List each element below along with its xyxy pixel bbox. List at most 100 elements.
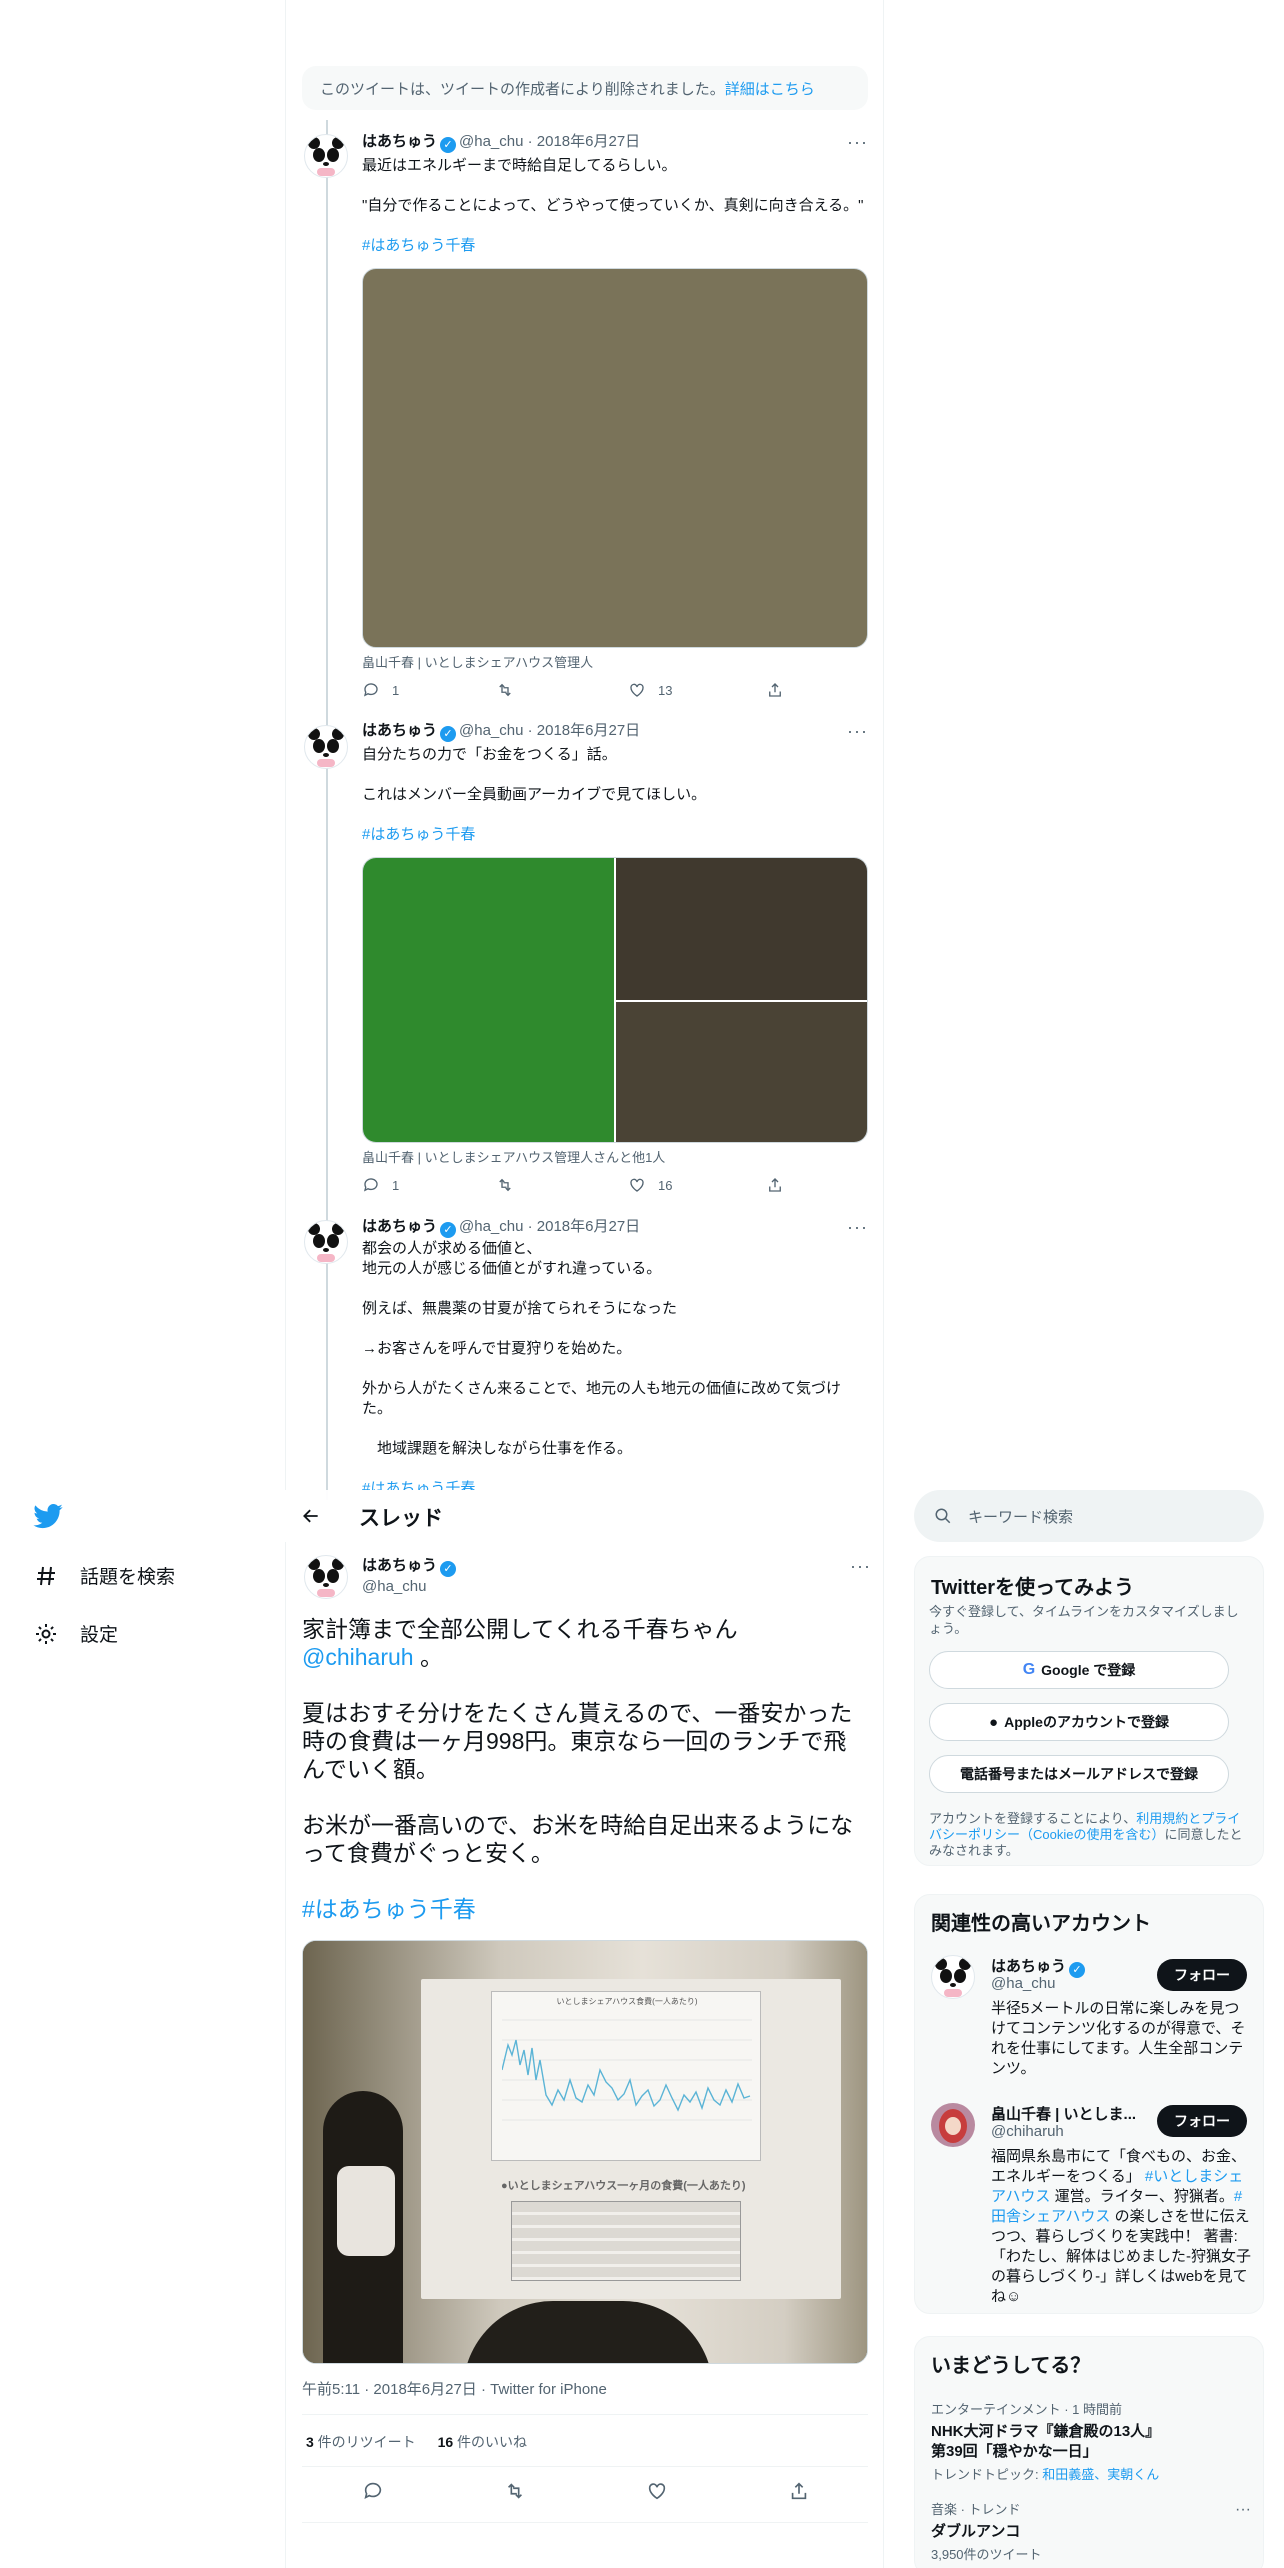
phone-signup-button[interactable]: 電話番号またはメールアドレスで登録: [929, 1755, 1229, 1793]
trend-topic-label: トレンドトピック:: [931, 2467, 1043, 2482]
related-name-2[interactable]: 畠山千春 | いとしま...: [991, 2103, 1136, 2124]
timeline-border-left: [285, 0, 286, 2568]
avatar[interactable]: [304, 1220, 348, 1264]
tweet-photo-grid: [362, 857, 868, 1143]
reply-icon: [364, 2482, 382, 2499]
trend-topic-links[interactable]: 和田義盛、実朝くん: [1042, 2467, 1159, 2482]
user-name[interactable]: はあちゅう: [362, 722, 437, 739]
main-avatar[interactable]: [304, 1555, 348, 1599]
like-stat[interactable]: 16 件のいいね: [438, 2434, 527, 2450]
photo-tag-caption[interactable]: 畠山千春 | いとしまシェアハウス管理人: [362, 652, 593, 671]
main-author-handle[interactable]: @ha_chu: [362, 1577, 459, 1597]
heart-icon: [630, 1178, 644, 1192]
twitter-logo-icon[interactable]: [32, 1503, 64, 1536]
slide-chart: いとしまシェアハウス食費(一人あたり): [491, 1991, 761, 2161]
handle-date[interactable]: @ha_chu · 2018年6月27日: [459, 1218, 640, 1235]
trend-context: 音楽 · トレンド: [931, 2502, 1021, 2517]
presenter-shirt: [337, 2166, 395, 2256]
slide-table: [511, 2201, 741, 2281]
nav-settings[interactable]: 設定: [34, 1620, 118, 1647]
more-options-icon[interactable]: ···: [847, 1217, 868, 1238]
main-like-button[interactable]: [646, 2480, 668, 2507]
thread-tweet-1[interactable]: はあちゅう ✓ @ha_chu · 2018年6月27日 ··· 最近はエネルギーま…: [302, 132, 868, 712]
signup-terms: アカウントを登録することにより、利用規約とプライバシーポリシー（Cookieの使…: [929, 1811, 1251, 1859]
back-arrow-icon[interactable]: [301, 1506, 321, 1526]
tweet-photo[interactable]: [363, 858, 614, 1142]
search-box[interactable]: キーワード検索: [914, 1490, 1264, 1542]
deleted-notice-link[interactable]: 詳細はこちら: [725, 81, 815, 98]
google-signup-button[interactable]: G Google で登録: [929, 1651, 1229, 1689]
tweet-text: 自分たちの力で「お金をつくる」話。 これはメンバー全員動画アーカイブで見てほしい…: [362, 745, 868, 845]
reply-button[interactable]: 1: [362, 1176, 399, 1194]
nav-explore[interactable]: 話題を検索: [34, 1562, 175, 1589]
thread-header: スレッド: [285, 1490, 883, 1542]
tweet-photo[interactable]: [362, 268, 868, 648]
thread-tweet-3[interactable]: はあちゅう ✓ @ha_chu · 2018年6月27日 ··· 都会の人が求める価…: [302, 1217, 868, 1490]
share-button[interactable]: [766, 681, 784, 699]
retweet-stat[interactable]: 3 件のリツイート: [306, 2434, 416, 2450]
tweet-photo[interactable]: [616, 1002, 867, 1142]
verified-badge-icon: ✓: [440, 1222, 457, 1238]
thread-tweet-2[interactable]: はあちゅう ✓ @ha_chu · 2018年6月27日 ··· 自分たちの力で「お…: [302, 721, 868, 1201]
handle-date[interactable]: @ha_chu · 2018年6月27日: [459, 133, 640, 150]
main-hashtag-link[interactable]: #はあちゅう千春: [302, 1895, 868, 1923]
apple-signup-button[interactable]: ● Appleのアカウントで登録: [929, 1703, 1229, 1741]
tweet-photo[interactable]: [616, 858, 867, 1000]
tweet-line: 都会の人が求める価値と、: [362, 1240, 542, 1257]
main-text-line: 。: [413, 1644, 443, 1670]
share-button[interactable]: [766, 1176, 784, 1194]
hashtag-link[interactable]: #はあちゅう千春: [362, 825, 868, 845]
main-tweet-author[interactable]: はあちゅう ✓ @ha_chu: [362, 1556, 459, 1597]
retweet-stat-label: 件のリツイート: [313, 2434, 416, 2450]
reply-icon: [363, 1178, 378, 1192]
handle-date[interactable]: @ha_chu · 2018年6月27日: [459, 722, 640, 739]
avatar[interactable]: [304, 725, 348, 769]
main-tweet-actions: [302, 2480, 868, 2510]
trend-item-2[interactable]: 音楽 · トレンド ダブルアンコ 3,950件のツイート: [931, 2499, 1251, 2563]
main-author-name[interactable]: はあちゅう: [362, 1557, 437, 1574]
trend-item-1[interactable]: エンターテインメント · 1 時間前 NHK大河ドラマ『鎌倉殿の13人』 第39…: [931, 2399, 1251, 2483]
hashtag-link[interactable]: #はあちゅう千春: [362, 236, 868, 256]
tweet-header: はあちゅう ✓ @ha_chu · 2018年6月27日: [362, 1217, 640, 1238]
main-text-paragraph: 夏はおすそ分けをたくさん貰えるので、一番安かった時の食費は一ヶ月998円。東京な…: [302, 1700, 853, 1782]
more-options-icon[interactable]: ···: [847, 721, 868, 742]
related-handle-1[interactable]: @ha_chu: [991, 1975, 1055, 1992]
photo-tag-caption[interactable]: 畠山千春 | いとしまシェアハウス管理人さんと他1人: [362, 1147, 665, 1166]
follow-button-2[interactable]: フォロー: [1157, 2105, 1247, 2137]
main-tweet-photo[interactable]: いとしまシェアハウス食費(一人あたり) ●いとしまシェアハウス一ヶ月の食費(一人…: [302, 1940, 868, 2364]
tweet-line: 例えば、無農薬の甘夏が捨てられそうになった: [362, 1300, 678, 1317]
retweet-button[interactable]: [496, 681, 514, 699]
like-button[interactable]: 13: [628, 681, 672, 699]
tweet-stats: 3 件のリツイート 16 件のいいね: [306, 2432, 527, 2452]
verified-badge-icon: ✓: [440, 137, 457, 153]
like-button[interactable]: 16: [628, 1176, 672, 1194]
gear-icon: [36, 1623, 56, 1644]
user-name[interactable]: はあちゅう: [362, 133, 437, 150]
trend-more-icon[interactable]: ···: [1235, 2501, 1251, 2519]
related-avatar-1[interactable]: [931, 1955, 975, 1999]
share-icon: [769, 683, 781, 697]
related-handle-2[interactable]: @chiharuh: [991, 2123, 1064, 2140]
related-avatar-2[interactable]: [931, 2103, 975, 2147]
user-name[interactable]: はあちゅう: [362, 1218, 437, 1235]
signup-card: Twitterを使ってみよう 今すぐ登録して、タイムラインをカスタマイズしましょ…: [914, 1556, 1264, 1866]
verified-badge-icon: ✓: [440, 726, 457, 742]
mention-link[interactable]: @chiharuh: [302, 1644, 414, 1670]
nav-explore-label: 話題を検索: [80, 1567, 176, 1588]
share-icon: [791, 2482, 807, 2500]
retweet-icon: [499, 1178, 511, 1192]
main-retweet-button[interactable]: [504, 2480, 526, 2507]
hashtag-link[interactable]: #はあちゅう千春: [362, 1479, 868, 1490]
search-icon: [935, 1508, 951, 1524]
main-reply-button[interactable]: [362, 2480, 384, 2507]
like-count: 13: [658, 682, 673, 698]
retweet-button[interactable]: [496, 1176, 514, 1194]
avatar[interactable]: [304, 134, 348, 178]
reply-button[interactable]: 1: [362, 681, 399, 699]
tweet-timestamp[interactable]: 午前5:11 · 2018年6月27日 · Twitter for iPhone: [302, 2378, 607, 2399]
related-title: 関連性の高いアカウント: [931, 1913, 1151, 1935]
tweet-line: 地域課題を解決しながら仕事を作る。: [362, 1440, 633, 1457]
follow-button-1[interactable]: フォロー: [1157, 1959, 1247, 1991]
more-options-icon[interactable]: ···: [847, 132, 868, 153]
main-share-button[interactable]: [788, 2480, 810, 2507]
